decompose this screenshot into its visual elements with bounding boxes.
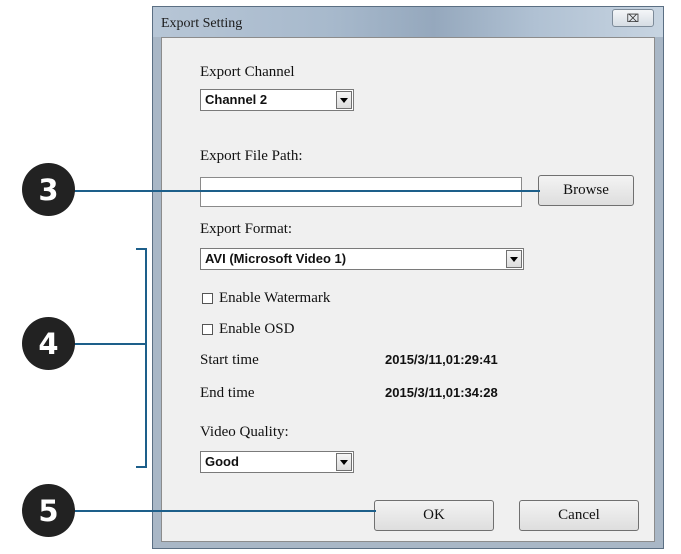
- dialog-body: Export Channel Channel 2 Export File Pat…: [161, 37, 655, 542]
- export-format-value: AVI (Microsoft Video 1): [205, 251, 347, 266]
- video-quality-dropdown-arrow[interactable]: [336, 453, 352, 471]
- callout-4-badge: 4: [22, 317, 75, 370]
- cancel-button[interactable]: Cancel: [519, 500, 639, 531]
- end-time-value: 2015/3/11,01:34:28: [385, 385, 498, 400]
- end-time-label: End time: [200, 385, 255, 401]
- browse-button[interactable]: Browse: [538, 175, 634, 206]
- enable-osd-label: Enable OSD: [219, 321, 295, 337]
- callout-5-line: [74, 510, 376, 512]
- video-quality-select[interactable]: Good: [200, 451, 354, 473]
- callout-3-badge: 3: [22, 163, 75, 216]
- chevron-down-icon: [510, 256, 518, 262]
- video-quality-value: Good: [205, 454, 239, 469]
- callout-4-line: [74, 343, 146, 345]
- export-file-path-label: Export File Path:: [200, 148, 303, 164]
- export-channel-value: Channel 2: [205, 92, 268, 107]
- callout-3-line: [74, 190, 540, 192]
- callout-5-badge: 5: [22, 484, 75, 537]
- export-format-label: Export Format:: [200, 221, 293, 237]
- title-bar[interactable]: Export Setting ⌧: [153, 7, 663, 37]
- callout-4-bracket-top: [136, 248, 147, 250]
- export-setting-dialog: Export Setting ⌧ Export Channel Channel …: [152, 6, 664, 549]
- enable-watermark-label: Enable Watermark: [219, 290, 331, 306]
- export-channel-label: Export Channel: [200, 64, 295, 80]
- checkbox-box[interactable]: [202, 324, 213, 335]
- enable-watermark-checkbox[interactable]: Enable Watermark: [202, 290, 330, 307]
- start-time-value: 2015/3/11,01:29:41: [385, 352, 498, 367]
- export-channel-select[interactable]: Channel 2: [200, 89, 354, 111]
- video-quality-label: Video Quality:: [200, 424, 289, 440]
- chevron-down-icon: [340, 459, 348, 465]
- start-time-label: Start time: [200, 352, 259, 368]
- callout-4-bracket-bottom: [136, 466, 147, 468]
- export-format-select[interactable]: AVI (Microsoft Video 1): [200, 248, 524, 270]
- close-button[interactable]: ⌧: [612, 9, 654, 27]
- export-channel-dropdown-arrow[interactable]: [336, 91, 352, 109]
- ok-button[interactable]: OK: [374, 500, 494, 531]
- callout-4-bracket: [145, 248, 147, 468]
- checkbox-box[interactable]: [202, 293, 213, 304]
- window-title: Export Setting: [161, 16, 243, 31]
- export-file-path-input[interactable]: [200, 177, 522, 207]
- export-format-dropdown-arrow[interactable]: [506, 250, 522, 268]
- enable-osd-checkbox[interactable]: Enable OSD: [202, 321, 294, 338]
- close-icon: ⌧: [626, 11, 640, 25]
- chevron-down-icon: [340, 97, 348, 103]
